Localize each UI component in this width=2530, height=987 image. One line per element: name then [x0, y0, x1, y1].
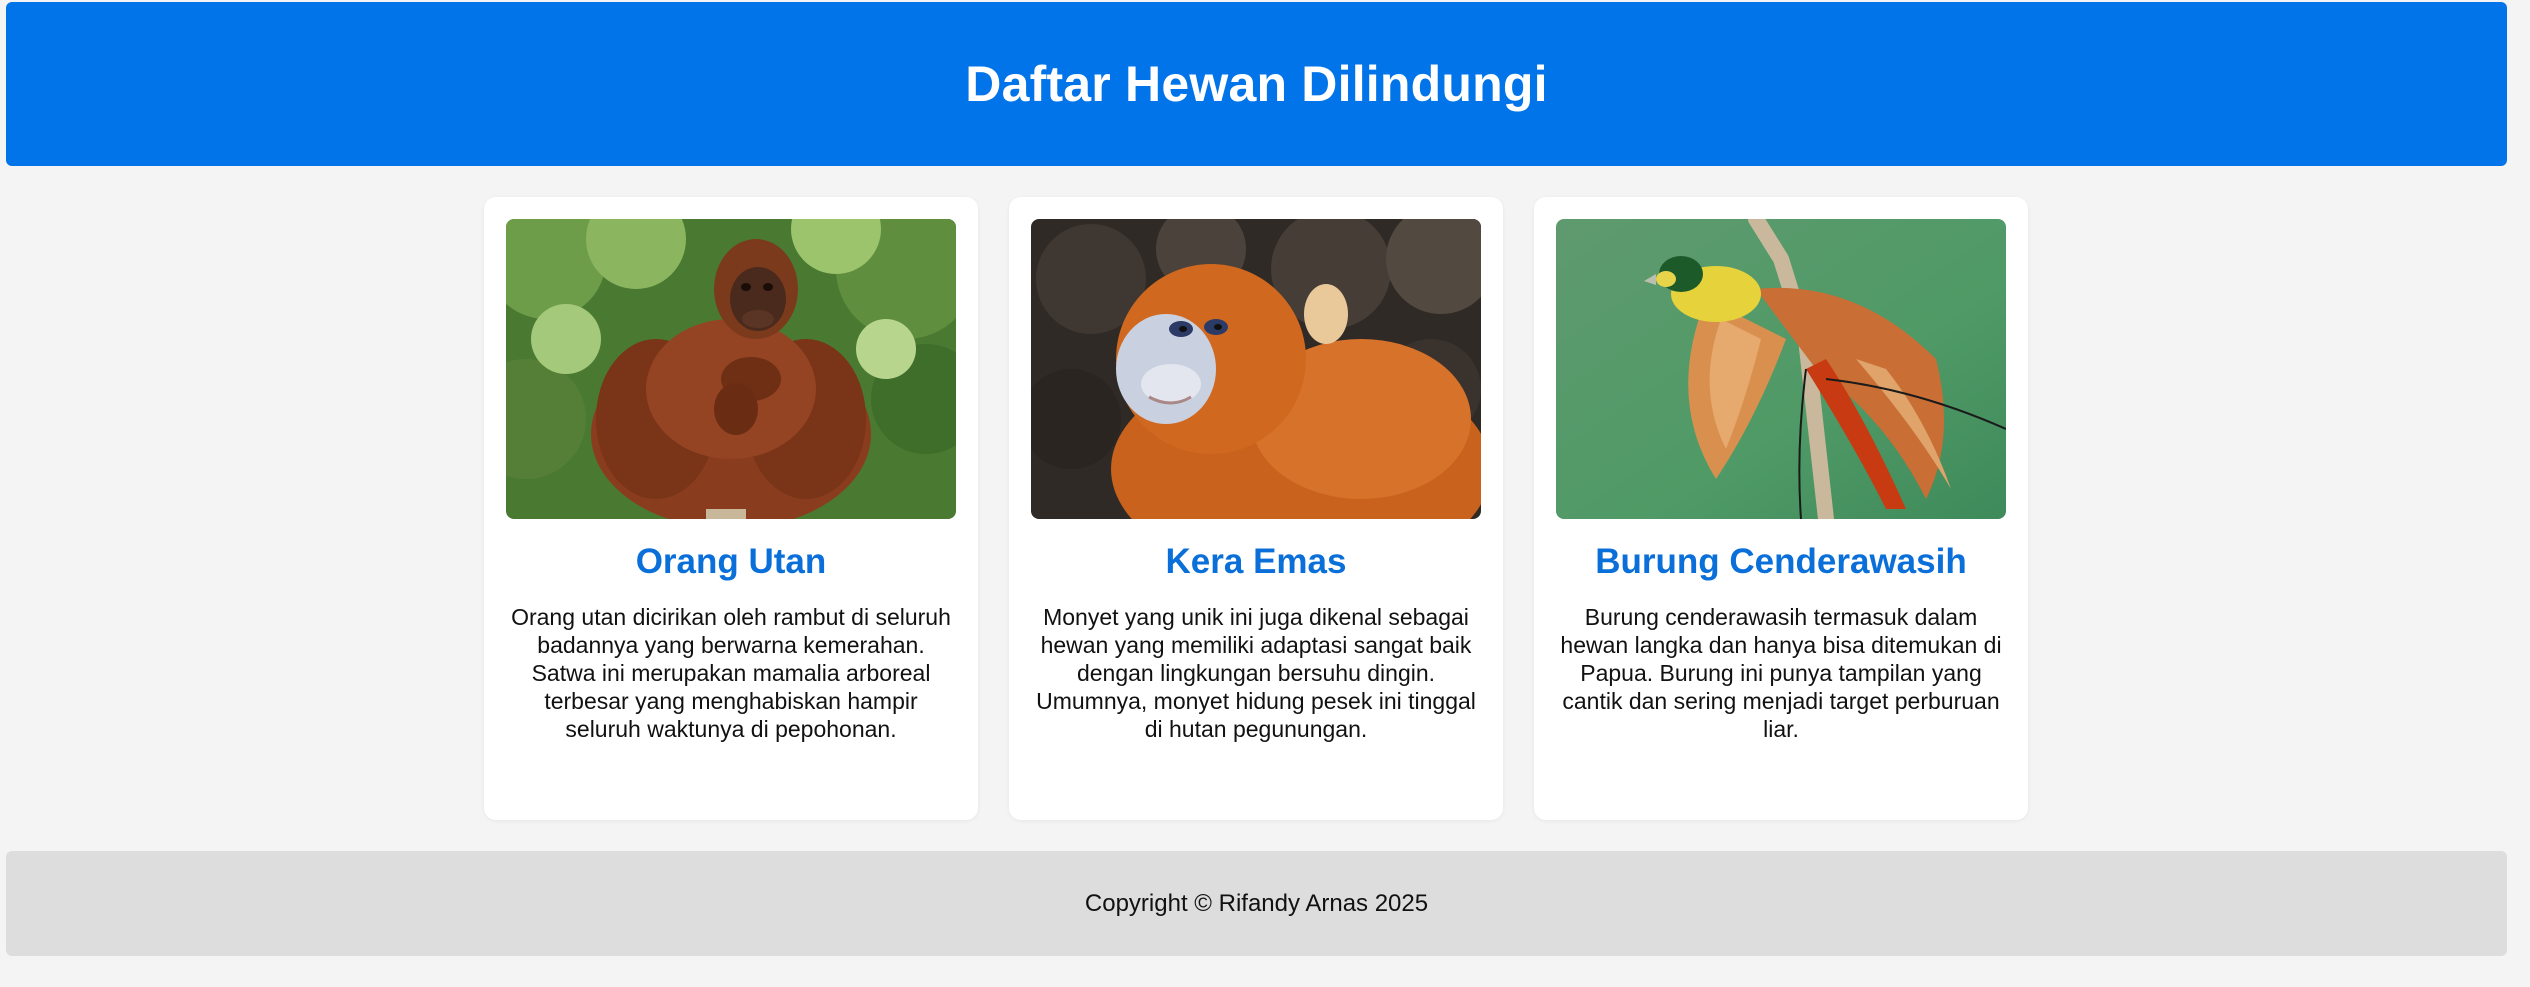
card-description: Monyet yang unik ini juga dikenal sebaga… [1036, 604, 1476, 742]
orangutan-photo [506, 219, 956, 519]
card-description: Orang utan dicirikan oleh rambut di selu… [511, 604, 951, 742]
bird-of-paradise-photo [1556, 219, 2006, 519]
animal-card-list: Orang Utan Orang utan dicirikan oleh ram… [484, 197, 2028, 820]
page-footer: Copyright © Rifandy Arnas 2025 [6, 851, 2507, 956]
page: Daftar Hewan Dilindungi Orang Utan Orang… [0, 0, 2530, 987]
copyright-text: Copyright © Rifandy Arnas 2025 [1084, 889, 1429, 917]
animal-card-kera-emas: Kera Emas Monyet yang unik ini juga dike… [1009, 197, 1503, 820]
animal-card-burung-cenderawasih: Burung Cenderawasih Burung cenderawasih … [1534, 197, 2028, 820]
card-title: Orang Utan [635, 542, 827, 581]
card-title: Kera Emas [1165, 542, 1347, 581]
page-header: Daftar Hewan Dilindungi [6, 2, 2507, 166]
card-title: Burung Cenderawasih [1595, 542, 1967, 581]
animal-card-orang-utan: Orang Utan Orang utan dicirikan oleh ram… [484, 197, 978, 820]
golden-monkey-photo [1031, 219, 1481, 519]
page-title: Daftar Hewan Dilindungi [965, 56, 1548, 112]
card-description: Burung cenderawasih termasuk dalam hewan… [1560, 604, 2002, 742]
